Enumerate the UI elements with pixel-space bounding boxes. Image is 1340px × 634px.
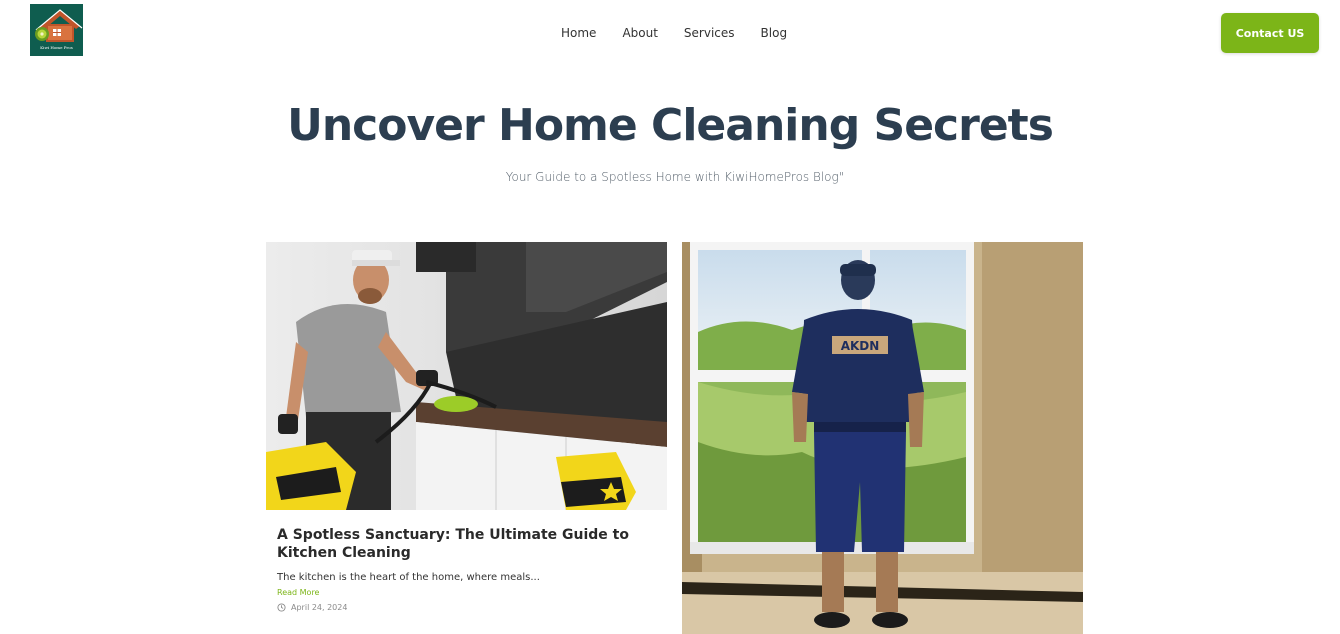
post-title[interactable]: A Spotless Sanctuary: The Ultimate Guide… (277, 526, 656, 562)
main-nav: Home About Services Blog (548, 25, 800, 41)
post-date-text: April 24, 2024 (291, 603, 348, 612)
site-logo[interactable]: Kiwi Home Pros (30, 4, 83, 56)
post-excerpt: The kitchen is the heart of the home, wh… (277, 572, 540, 583)
post-date: April 24, 2024 (277, 602, 656, 613)
blog-post-card: AKDN (682, 242, 1083, 634)
contact-us-button[interactable]: Contact US (1221, 13, 1319, 53)
nav-blog[interactable]: Blog (748, 25, 801, 41)
nav-about[interactable]: About (609, 25, 670, 41)
blog-post-card: A Spotless Sanctuary: The Ultimate Guide… (266, 242, 667, 613)
clock-icon (277, 603, 286, 612)
nav-home[interactable]: Home (548, 25, 609, 41)
window-worker-photo[interactable]: AKDN (682, 242, 1083, 634)
post-card-body: A Spotless Sanctuary: The Ultimate Guide… (266, 510, 667, 613)
logo-wordmark: Kiwi Home Pros (40, 45, 73, 50)
page-title: Uncover Home Cleaning Secrets (287, 100, 1054, 151)
kitchen-cleaning-photo[interactable] (266, 242, 667, 510)
page-subtitle: Your Guide to a Spotless Home with KiwiH… (505, 170, 845, 184)
read-more-link[interactable]: Read More (277, 587, 656, 598)
shirt-text: AKDN (841, 339, 880, 353)
site-header: Kiwi Home Pros Home About Services Blog … (0, 0, 1340, 66)
nav-services[interactable]: Services (671, 25, 748, 41)
